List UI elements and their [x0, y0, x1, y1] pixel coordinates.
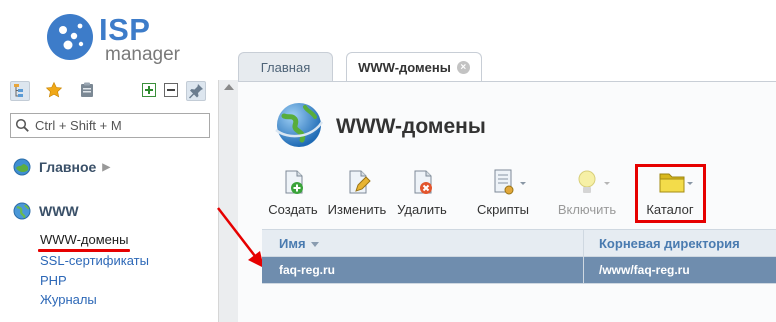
table-bottom-border — [262, 283, 776, 284]
tree-view-icon[interactable] — [10, 81, 30, 101]
table-row[interactable]: faq-reg.ru /www/faq-reg.ru — [262, 257, 776, 283]
sidebar-scrollbar[interactable] — [219, 80, 238, 322]
sidebar-item-php[interactable]: PHP — [40, 273, 67, 288]
tab-label: WWW-домены — [358, 60, 451, 75]
cell-name: faq-reg.ru — [279, 263, 336, 277]
sidebar-group-label: WWW — [39, 203, 79, 219]
tab-label: Главная — [260, 60, 311, 75]
favorites-star-icon[interactable] — [45, 81, 65, 101]
column-header-root-dir[interactable]: Корневая директория — [599, 236, 740, 251]
chevron-right-icon: ▶ — [102, 161, 111, 173]
search-input[interactable] — [35, 117, 205, 134]
sidebar-toolbar — [10, 80, 210, 102]
sidebar-item-logs[interactable]: Журналы — [40, 292, 97, 307]
new-document-icon — [285, 170, 303, 194]
page-title: WWW-домены — [336, 115, 486, 138]
logo-mark-icon — [47, 14, 93, 60]
edit-button[interactable]: Изменить — [322, 167, 392, 217]
sidebar-group-main[interactable]: Главное ▶ — [13, 158, 110, 176]
column-header-name[interactable]: Имя — [279, 236, 319, 251]
close-tab-icon[interactable]: × — [456, 61, 470, 74]
sidebar-group-www[interactable]: WWW — [13, 202, 79, 220]
sidebar-item-ssl-certificates[interactable]: SSL-сертификаты — [40, 253, 149, 268]
tab-www-domains[interactable]: WWW-домены × — [346, 52, 482, 82]
sidebar-item-www-domains[interactable]: WWW-домены — [40, 232, 128, 247]
annotation-highlight-box — [635, 164, 706, 223]
search-icon — [15, 118, 29, 132]
www-globe-icon — [275, 103, 324, 147]
scripts-icon — [494, 169, 526, 195]
tab-bar: Главная WWW-домены × — [238, 52, 776, 82]
clipboard-icon[interactable] — [78, 81, 98, 101]
logo-product-text: manager — [105, 44, 180, 65]
edit-label: Изменить — [327, 202, 387, 217]
scripts-dropdown-button[interactable]: Скрипты — [468, 167, 538, 217]
lightbulb-icon — [578, 170, 610, 193]
isp-manager-logo[interactable]: ISP manager — [47, 12, 197, 65]
isp-manager-window: ISP manager Главное ▶ WWW — [0, 0, 776, 322]
column-separator — [583, 229, 584, 283]
sidebar-group-label: Главное — [39, 159, 97, 175]
globe-icon — [13, 202, 31, 220]
expand-all-icon[interactable] — [140, 81, 160, 101]
pin-icon[interactable] — [186, 81, 206, 101]
delete-button[interactable]: Удалить — [387, 167, 457, 217]
scripts-label: Скрипты — [477, 202, 529, 217]
collapse-all-icon[interactable] — [162, 81, 182, 101]
annotation-underline — [38, 249, 130, 252]
tab-home[interactable]: Главная — [238, 52, 333, 82]
edit-document-icon — [349, 170, 371, 194]
scroll-up-arrow-icon[interactable] — [224, 84, 234, 90]
home-globe-icon — [13, 158, 31, 176]
enable-label: Включить — [557, 202, 617, 217]
delete-label: Удалить — [397, 202, 447, 217]
sort-desc-icon — [310, 242, 319, 248]
enable-dropdown-button[interactable]: Включить — [552, 167, 622, 217]
menu-search-field[interactable] — [10, 113, 210, 138]
table-header: Имя Корневая директория — [262, 229, 776, 257]
delete-document-icon — [414, 170, 432, 194]
logo-brand-text: ISP — [99, 12, 151, 47]
cell-root-dir: /www/faq-reg.ru — [599, 263, 690, 277]
tab-bar-baseline — [238, 81, 776, 82]
